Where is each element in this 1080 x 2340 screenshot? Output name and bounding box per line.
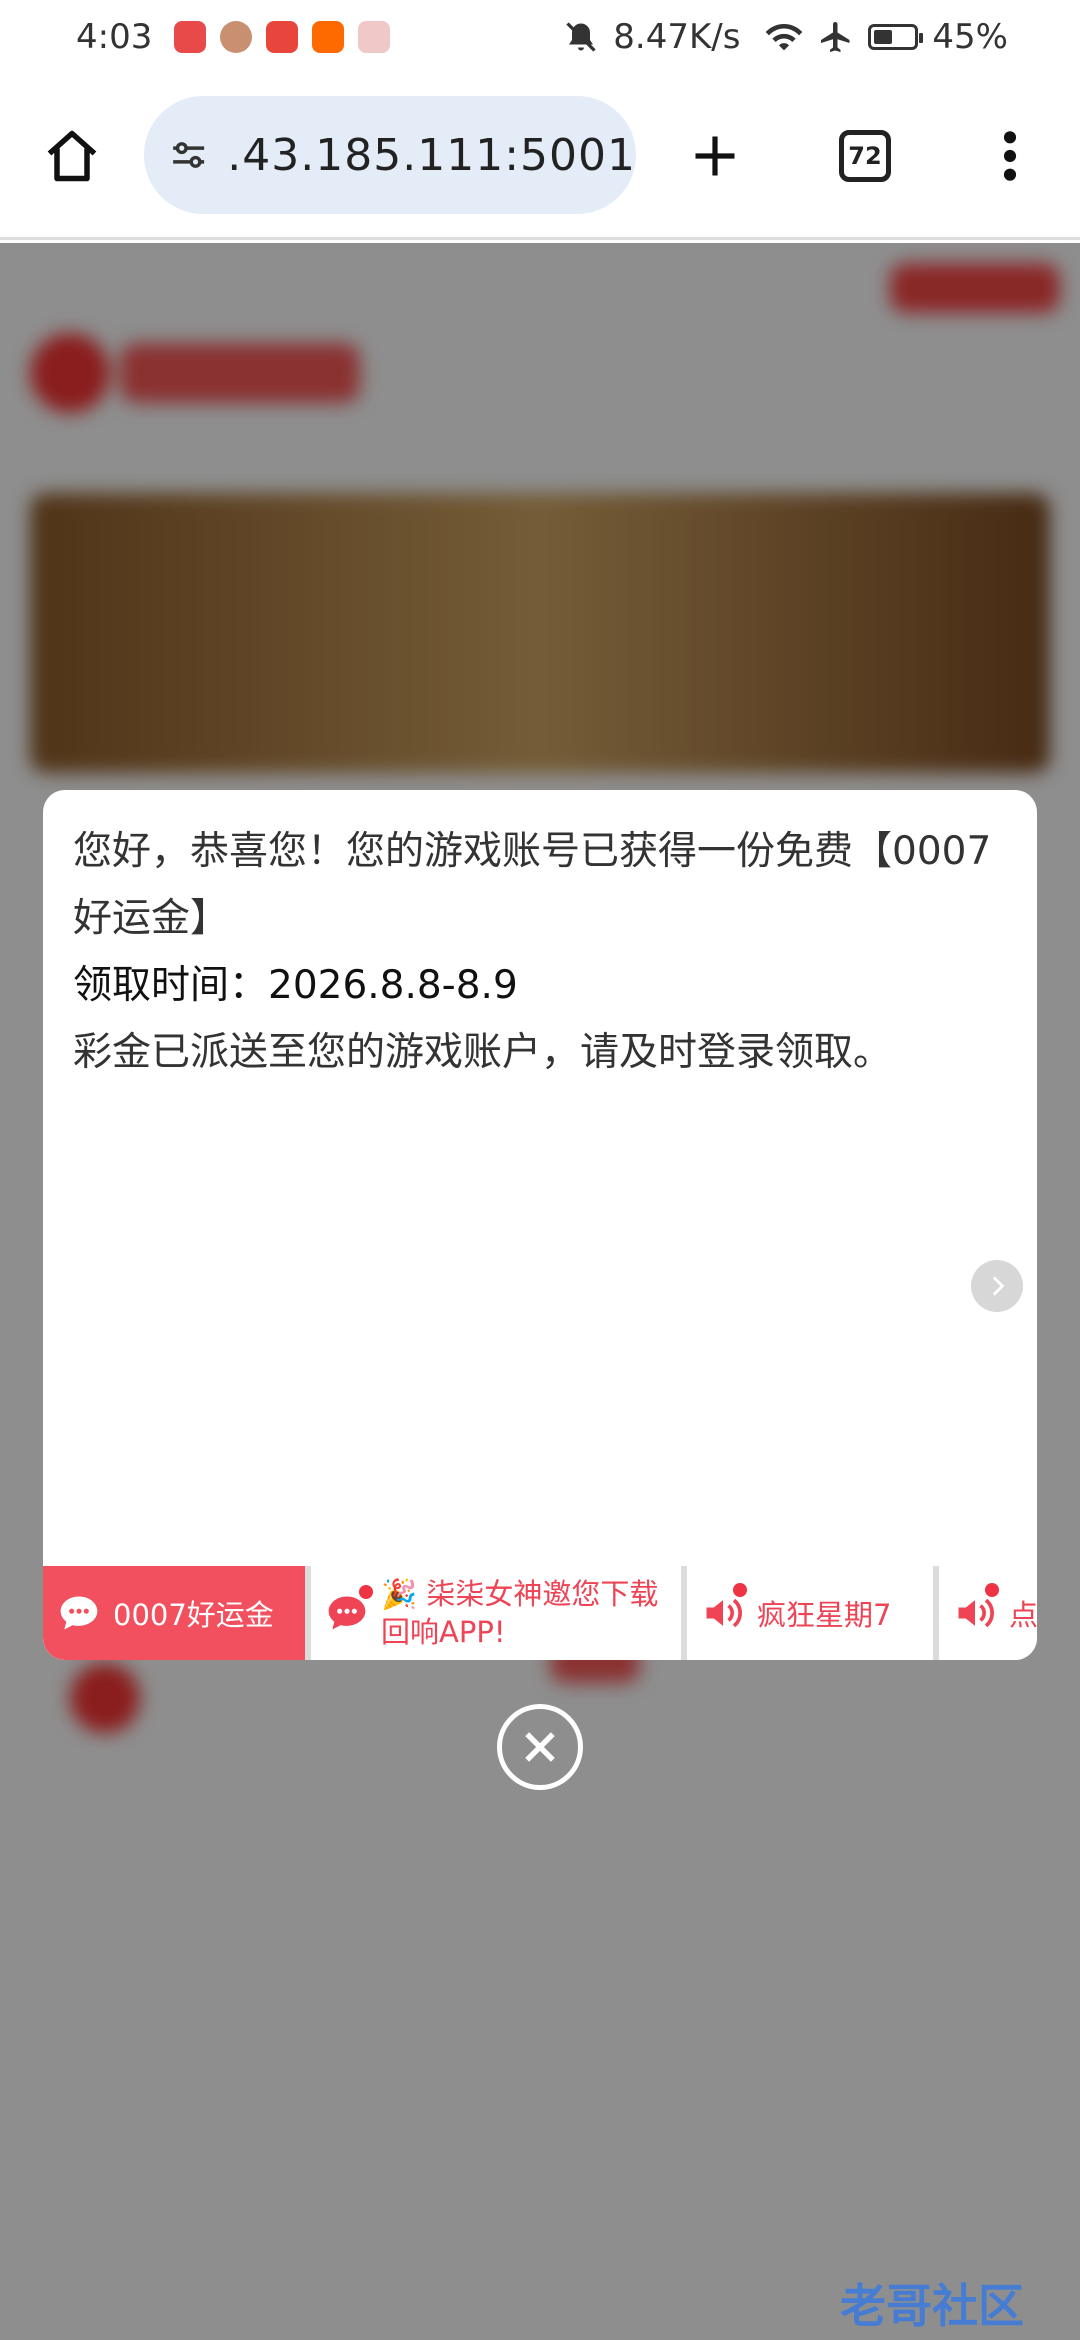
new-tab-icon — [695, 136, 735, 176]
tab-0007-lucky-gold[interactable]: 0007好运金 — [43, 1566, 305, 1660]
tab-crazy-week-7[interactable]: 疯狂星期7 — [687, 1566, 933, 1660]
speaker-icon — [953, 1583, 999, 1635]
chevron-right-icon — [992, 1276, 1005, 1296]
announcement-message: 您好，恭喜您！您的游戏账号已获得一份免费【0007好运金】 领取时间：2026.… — [73, 818, 1007, 1086]
tab-goddess-app-invite[interactable]: 🎉 柒柒女神邀您下载回响APP! — [311, 1566, 681, 1660]
status-bar: 4:03 8.47K/s 45% — [0, 0, 1080, 74]
avatar-app-icon — [220, 21, 253, 53]
taobao-icon — [312, 21, 345, 53]
airplane-icon — [821, 22, 850, 52]
tab-label: 疯狂星期7 — [757, 1598, 892, 1632]
battery-icon — [868, 24, 924, 50]
network-speed: 8.47K/s — [613, 17, 741, 57]
new-tab-button[interactable] — [680, 116, 750, 196]
message-line-1: 您好，恭喜您！您的游戏账号已获得一份免费【0007好运金】 — [73, 829, 992, 941]
more-menu-button[interactable] — [980, 116, 1040, 196]
close-icon — [525, 1732, 555, 1762]
url-text[interactable]: .43.185.111:5001 — [227, 130, 636, 181]
chat-icon — [57, 1591, 101, 1635]
game-app-icon — [266, 21, 299, 53]
more-icon — [1003, 131, 1017, 181]
chat-icon — [325, 1585, 373, 1635]
clock: 4:03 — [76, 17, 153, 57]
tab-label: 0007好运金 — [113, 1598, 274, 1632]
tab-more-announcement[interactable]: 点 — [939, 1566, 1037, 1660]
site-settings-icon[interactable] — [168, 129, 209, 181]
next-message-button[interactable] — [971, 1260, 1023, 1312]
home-button[interactable] — [32, 116, 112, 196]
tab-switcher-button[interactable]: 72 — [828, 116, 902, 196]
wifi-icon — [766, 23, 803, 51]
tabs-icon: 72 — [839, 130, 891, 182]
mute-icon — [566, 22, 596, 52]
tab-label: 🎉 柒柒女神邀您下载回响APP! — [381, 1577, 659, 1649]
huawei-app-icon — [174, 21, 207, 53]
announcement-tabs: 0007好运金 🎉 柒柒女神邀您下载回响APP! 疯狂星期7 点 — [43, 1566, 1037, 1660]
home-icon — [47, 130, 97, 182]
message-line-3: 彩金已派送至您的游戏账户，请及时登录领取。 — [73, 1030, 893, 1075]
announcement-popup: 您好，恭喜您！您的游戏账号已获得一份免费【0007好运金】 领取时间：2026.… — [43, 790, 1037, 1660]
close-popup-button[interactable] — [497, 1704, 583, 1790]
message-line-2: 领取时间：2026.8.8-8.9 — [73, 963, 518, 1008]
speaker-icon — [701, 1583, 747, 1635]
browser-toolbar: .43.185.111:5001 72 — [0, 74, 1080, 240]
box-app-icon — [358, 21, 391, 53]
watermark: 老哥社区 — [840, 2279, 1024, 2333]
address-bar[interactable]: .43.185.111:5001 — [144, 96, 636, 214]
battery-percent: 45% — [932, 17, 1008, 57]
tab-label: 点 — [1009, 1598, 1037, 1632]
